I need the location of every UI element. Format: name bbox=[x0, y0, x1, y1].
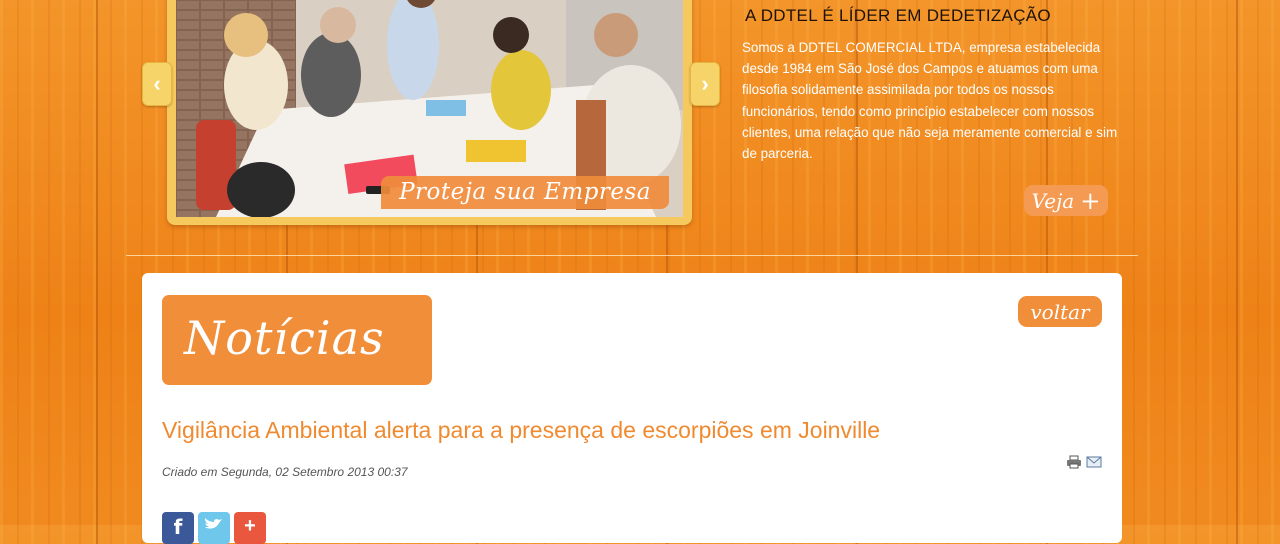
google-plus-icon[interactable]: + bbox=[234, 512, 266, 544]
article-title[interactable]: Vigilância Ambiental alerta para a prese… bbox=[162, 417, 880, 444]
chevron-right-icon: › bbox=[701, 71, 709, 96]
news-content: Notícias voltar Vigilância Ambiental ale… bbox=[142, 273, 1122, 544]
image-slider: Proteja sua Empresa bbox=[167, 0, 692, 225]
veja-mais-button[interactable]: Veja + bbox=[1024, 185, 1108, 216]
slider-next-button[interactable]: › bbox=[690, 62, 720, 106]
veja-label: Veja bbox=[1031, 188, 1075, 213]
about-title: A DDTEL É LÍDER EM DEDETIZAÇÃO bbox=[745, 6, 1051, 25]
slide-caption: Proteja sua Empresa bbox=[381, 176, 669, 209]
facebook-icon[interactable]: f bbox=[162, 512, 194, 544]
chevron-left-icon: ‹ bbox=[153, 71, 161, 96]
section-title: Notícias bbox=[162, 295, 432, 385]
email-icon[interactable] bbox=[1086, 455, 1102, 469]
slide-photo: Proteja sua Empresa bbox=[176, 0, 683, 217]
twitter-icon[interactable] bbox=[198, 512, 230, 544]
voltar-button[interactable]: voltar bbox=[1018, 296, 1102, 327]
section-divider bbox=[126, 255, 1138, 256]
article-date: Criado em Segunda, 02 Setembro 2013 00:3… bbox=[162, 465, 408, 479]
share-buttons: f + bbox=[162, 512, 266, 544]
plus-icon: + bbox=[1080, 186, 1101, 215]
about-text: Somos a DDTEL COMERCIAL LTDA, empresa es… bbox=[742, 40, 1118, 162]
slider-prev-button[interactable]: ‹ bbox=[142, 62, 172, 106]
print-icon[interactable] bbox=[1066, 455, 1082, 469]
